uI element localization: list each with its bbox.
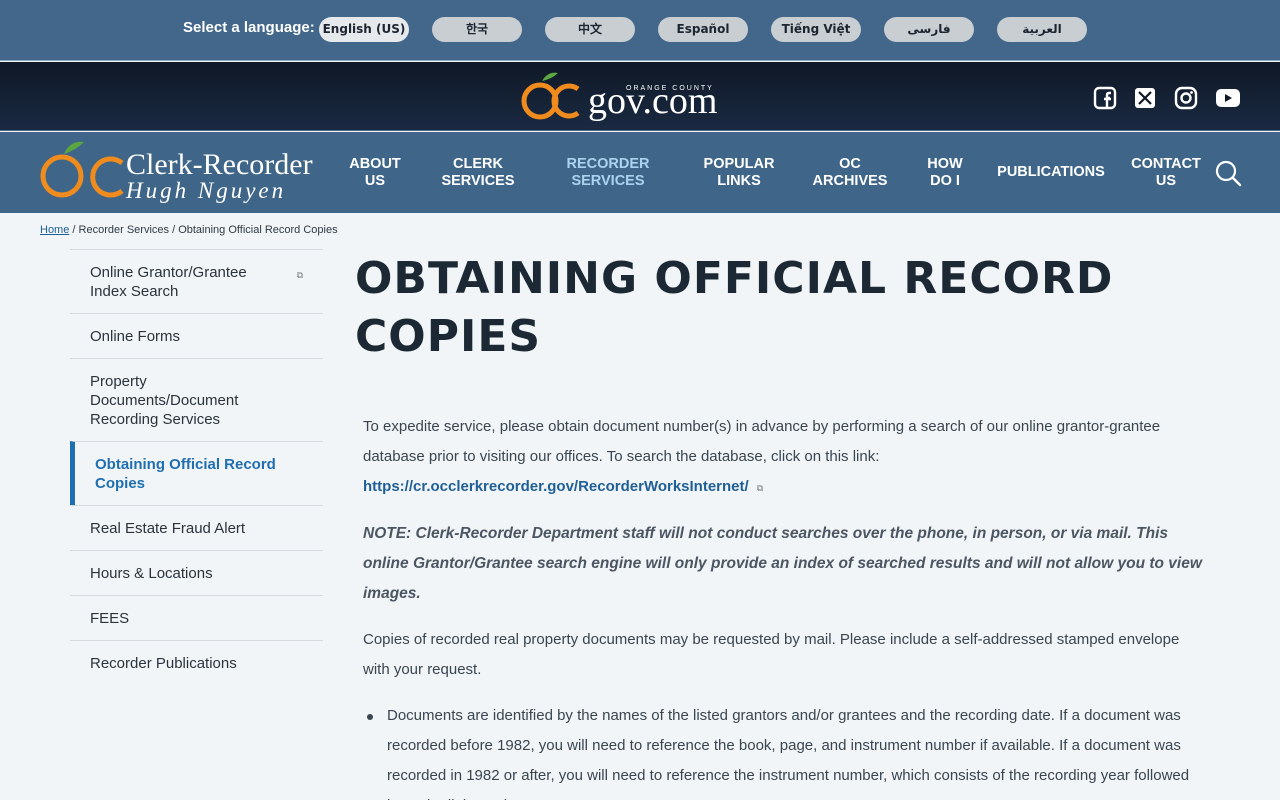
sidebar-item-fees[interactable]: FEES (70, 595, 323, 640)
sidebar-item-label: Recorder Publications (90, 655, 237, 672)
sidebar-item-label: Obtaining Official Record Copies (95, 456, 276, 492)
list-item: Documents are identified by the names of… (367, 701, 1205, 800)
sidebar-item-recorder-publications[interactable]: Recorder Publications (70, 640, 323, 685)
sidebar-item-fraud-alert[interactable]: Real Estate Fraud Alert (70, 505, 323, 550)
facebook-icon[interactable] (1093, 86, 1117, 110)
sidebar-item-property-documents[interactable]: Property Documents/Document Recording Se… (70, 358, 323, 441)
search-icon[interactable] (1214, 159, 1242, 187)
note-paragraph: NOTE: Clerk-Recorder Department staff wi… (363, 525, 1202, 602)
nav-clerk-services[interactable]: CLERK SERVICES (440, 156, 516, 190)
sidebar-nav: Online Grantor/Grantee Index Search ⧉ On… (70, 249, 323, 685)
intro-text: To expedite service, please obtain docum… (363, 418, 1161, 465)
lang-vietnamese-button[interactable]: Tiếng Việt (771, 17, 861, 42)
lang-english-button[interactable]: English (US) (319, 17, 409, 42)
sidebar-item-grantor-grantee-search[interactable]: Online Grantor/Grantee Index Search ⧉ (70, 249, 323, 313)
language-bar: Select a language: English (US) 한국 中文 Es… (0, 0, 1280, 61)
nav-contact-us[interactable]: CONTACT US (1128, 156, 1204, 190)
lang-arabic-button[interactable]: العربية (997, 17, 1087, 42)
nav-about-us[interactable]: ABOUT US (345, 156, 405, 190)
sidebar-item-label: FEES (90, 610, 130, 627)
requirements-list: Documents are identified by the names of… (363, 701, 1205, 800)
sidebar-item-label: Hours & Locations (90, 565, 213, 582)
sidebar-item-label: Real Estate Fraud Alert (90, 520, 246, 537)
breadcrumb-current: Obtaining Official Record Copies (178, 224, 338, 236)
lang-korean-button[interactable]: 한국 (432, 17, 522, 42)
nav-recorder-services[interactable]: RECORDER SERVICES (566, 156, 650, 190)
clerk-recorder-logo[interactable]: Clerk-Recorder Hugh Nguyen (38, 136, 328, 208)
sidebar-item-obtaining-copies[interactable]: Obtaining Official Record Copies (70, 441, 323, 505)
ocgov-logo[interactable]: ORANGE COUNTY gov.com (520, 67, 760, 127)
external-link-icon: ⧉ (296, 270, 303, 280)
main-content: OBTAINING OFFICIAL RECORD COPIES To expe… (355, 250, 1215, 800)
svg-text:Clerk-Recorder: Clerk-Recorder (126, 148, 313, 181)
external-link-icon: ⧉ (756, 483, 764, 493)
x-icon[interactable] (1133, 86, 1157, 110)
breadcrumb-section: Recorder Services (78, 224, 170, 236)
breadcrumb-separator: / (72, 224, 76, 236)
language-label: Select a language: (183, 19, 315, 36)
nav-popular-links[interactable]: POPULAR LINKS (700, 156, 778, 190)
breadcrumb-home-link[interactable]: Home (40, 224, 69, 236)
recorder-works-link[interactable]: https://cr.occlerkrecorder.gov/RecorderW… (363, 478, 749, 495)
breadcrumb: Home / Recorder Services / Obtaining Off… (40, 224, 338, 236)
copies-paragraph: Copies of recorded real property documen… (363, 631, 1180, 678)
main-navigation: Clerk-Recorder Hugh Nguyen ABOUT US CLERK… (0, 132, 1280, 213)
instagram-icon[interactable] (1174, 86, 1198, 110)
sidebar-item-label: Property Documents/Document Recording Se… (90, 373, 239, 428)
sidebar-item-online-forms[interactable]: Online Forms (70, 313, 323, 358)
svg-text:gov.com: gov.com (588, 80, 717, 122)
sidebar-item-label: Online Forms (90, 328, 181, 345)
sidebar-item-hours-locations[interactable]: Hours & Locations (70, 550, 323, 595)
page-title: OBTAINING OFFICIAL RECORD COPIES (355, 253, 1114, 362)
lang-farsi-button[interactable]: فارسی (884, 17, 974, 42)
sidebar-item-label: Online Grantor/Grantee Index Search (90, 264, 247, 300)
nav-publications[interactable]: PUBLICATIONS (996, 164, 1106, 181)
intro-paragraph: To expedite service, please obtain docum… (363, 412, 1205, 503)
lang-chinese-button[interactable]: 中文 (545, 17, 635, 42)
lang-spanish-button[interactable]: Español (658, 17, 748, 42)
svg-text:Hugh Nguyen: Hugh Nguyen (125, 178, 286, 203)
breadcrumb-separator: / (172, 224, 176, 236)
nav-oc-archives[interactable]: OC ARCHIVES (810, 156, 890, 190)
ocgov-bar: ORANGE COUNTY gov.com (0, 62, 1280, 131)
nav-how-do-i[interactable]: HOW DO I (918, 156, 972, 190)
youtube-icon[interactable] (1215, 86, 1241, 110)
